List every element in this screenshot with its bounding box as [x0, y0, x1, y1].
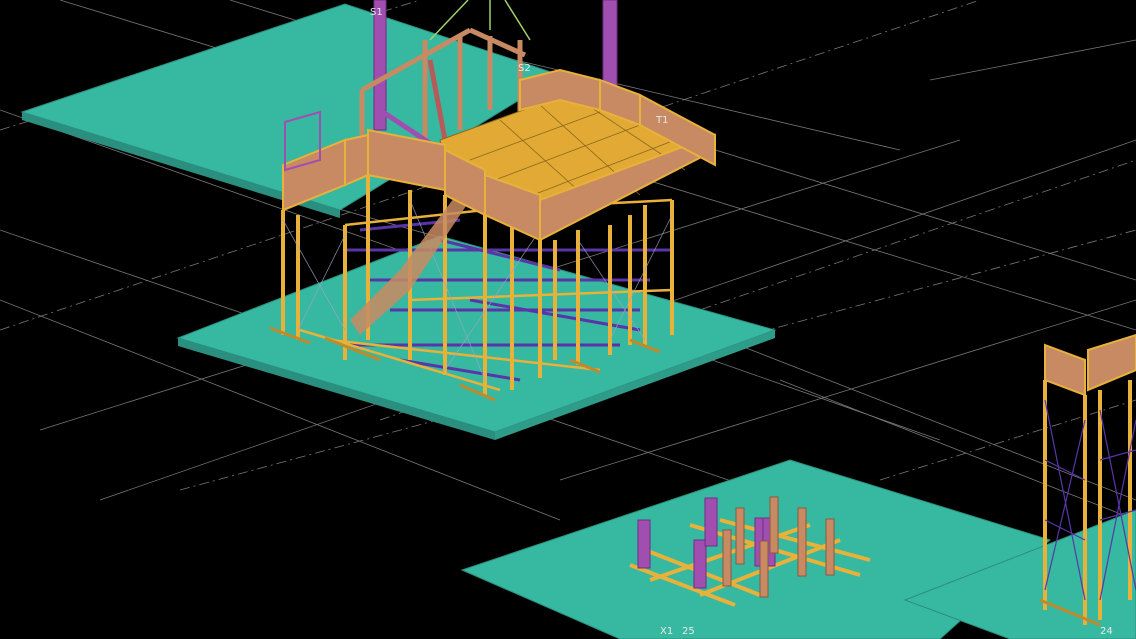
- grid-label-t1: T1: [656, 115, 669, 126]
- grid-label-s2: S2: [518, 63, 531, 74]
- grid-label-25: 25: [682, 626, 695, 637]
- 3d-model-scene[interactable]: [0, 0, 1136, 639]
- grid-label-24: 24: [1100, 626, 1113, 637]
- grid-label-x1: X1: [660, 626, 674, 637]
- grid-label-s1: S1: [370, 7, 383, 18]
- cad-3d-viewport[interactable]: S1 S2 T1 X1 25 24: [0, 0, 1136, 639]
- slab-main[interactable]: [176, 235, 777, 440]
